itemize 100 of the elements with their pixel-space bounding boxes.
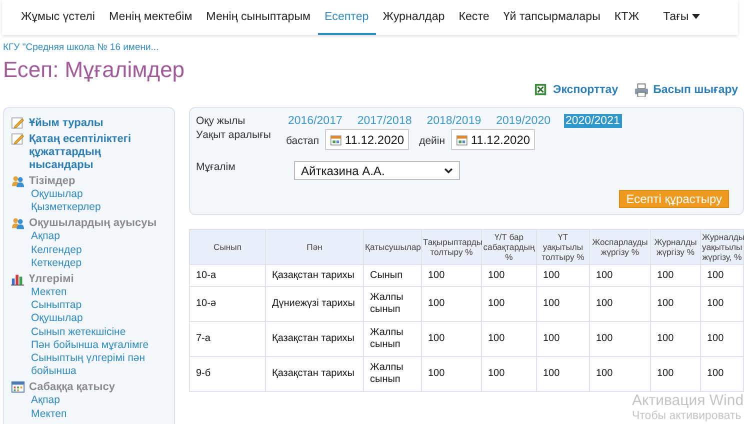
- table-cell: 100: [482, 356, 536, 392]
- nav-tab[interactable]: Кесте: [452, 0, 496, 35]
- calendar-icon: [456, 134, 468, 146]
- spreadsheet-icon: [534, 83, 548, 97]
- sidebar-heading: Үлгерімі: [29, 273, 74, 286]
- date-field[interactable]: 11.12.2020: [451, 129, 536, 150]
- table-cell: Дүниежүзі тарихы: [266, 286, 364, 322]
- calendar-icon: [330, 134, 342, 146]
- table-cell: Қазақстан тарихы: [266, 322, 364, 356]
- table-cell: 100: [590, 264, 650, 286]
- nav-tab[interactable]: Журналдар: [376, 0, 452, 35]
- year-tab[interactable]: 2016/2017: [286, 114, 344, 128]
- table-cell: 100: [482, 322, 536, 356]
- table-cell: Қазақстан тарихы: [266, 356, 364, 392]
- sidebar-item[interactable]: Пән бойынша мұғалімге: [31, 338, 168, 352]
- activation-notice: Активация Wind: [632, 392, 744, 409]
- build-report-button[interactable]: Есепті құрастыру: [619, 190, 729, 208]
- chevron-down-icon: [444, 168, 453, 174]
- year-tab[interactable]: 2020/2021: [564, 114, 622, 128]
- people-icon: [11, 174, 25, 188]
- sidebar-item[interactable]: Оқушылар: [31, 312, 168, 326]
- calendar-grid-icon: [11, 380, 25, 394]
- pencil-icon: [11, 132, 25, 146]
- sidebar-heading: Оқушылардың ауысуы: [29, 217, 157, 230]
- sidebar-link[interactable]: Қатаң есептіліктегі құжаттардың нысандары: [29, 133, 168, 172]
- table-cell: 9-б: [190, 356, 266, 392]
- table-cell: 100: [700, 356, 744, 392]
- sidebar-item[interactable]: Қызметкерлер: [31, 201, 168, 214]
- table-cell: 100: [536, 322, 590, 356]
- nav-tab[interactable]: Жұмыс үстелі: [14, 0, 102, 35]
- table-cell: Қазақстан тарихы: [266, 264, 364, 286]
- sidebar-item[interactable]: Сыныптың үлгерімі пән бойынша: [31, 352, 168, 378]
- table-cell: 10-ә: [190, 286, 266, 322]
- column-header: Жоспарлауды жүргізу %: [590, 230, 650, 264]
- table-cell: 100: [422, 356, 482, 392]
- field-label: Оқу жылы: [196, 115, 246, 127]
- print-link[interactable]: Басып шығару: [634, 83, 738, 97]
- column-header: Журналды жүргізу %: [650, 230, 700, 264]
- column-header: Сынып: [190, 230, 266, 264]
- sidebar-heading: Тізімдер: [29, 175, 76, 188]
- field-label: дейін: [419, 135, 446, 147]
- column-header: Пән: [266, 230, 364, 264]
- sidebar-item[interactable]: Кеткендер: [31, 256, 168, 270]
- table-cell: Жалпы сынып: [364, 322, 422, 356]
- table-cell: 100: [590, 286, 650, 322]
- sidebar-link[interactable]: Ұйым туралы: [29, 117, 104, 130]
- table-cell: 100: [482, 264, 536, 286]
- sidebar-heading: Сабаққа қатысу: [29, 381, 115, 394]
- sidebar-item[interactable]: Мектеп: [31, 286, 168, 300]
- sidebar-item[interactable]: Ақпар: [31, 230, 168, 244]
- year-tab[interactable]: 2019/2020: [494, 114, 552, 128]
- field-label: Уақыт аралығы: [196, 129, 272, 141]
- table-cell: 100: [650, 322, 700, 356]
- table-cell: 100: [590, 356, 650, 392]
- table-cell: 100: [422, 322, 482, 356]
- field-label: Мұғалім: [196, 161, 236, 173]
- nav-tab[interactable]: КТЖ: [607, 0, 646, 35]
- sidebar-item[interactable]: Ақпар: [31, 394, 168, 408]
- column-header: Тақырыптарды толтыру %: [422, 230, 482, 264]
- table-cell: 100: [590, 322, 650, 356]
- more-menu[interactable]: Тағы: [656, 0, 707, 35]
- table-cell: 100: [482, 286, 536, 322]
- sidebar-item[interactable]: Сынып жетекшісіне: [31, 326, 168, 339]
- table-cell: 100: [700, 286, 744, 322]
- sidebar-item[interactable]: Келгендер: [31, 244, 168, 257]
- year-tab[interactable]: 2018/2019: [424, 114, 484, 128]
- table-cell: 100: [650, 264, 700, 286]
- table-cell: 100: [700, 322, 744, 356]
- table-cell: 100: [650, 286, 700, 322]
- column-header: Ү/Т бар сабақтардың %: [482, 230, 536, 264]
- column-header: Қатысушылар: [364, 230, 422, 264]
- date-field[interactable]: 11.12.2020: [325, 129, 410, 150]
- nav-tab[interactable]: Есептер: [318, 0, 376, 35]
- nav-tab[interactable]: Менің мектебім: [102, 0, 200, 35]
- nav-tab[interactable]: Менің сыныптарым: [199, 0, 318, 35]
- table-cell: Жалпы сынып: [364, 356, 422, 392]
- table-cell: 100: [536, 264, 590, 286]
- sidebar-item[interactable]: Мектеп: [31, 408, 168, 421]
- sidebar-item[interactable]: Оқушылар: [31, 188, 168, 202]
- table-cell: 100: [536, 286, 590, 322]
- nav-tab[interactable]: Үй тапсырмалары: [496, 0, 608, 35]
- bar-chart-icon: [11, 272, 25, 286]
- table-cell: 100: [700, 264, 744, 286]
- year-tab[interactable]: 2017/2018: [355, 114, 414, 128]
- table-cell: 10-а: [190, 264, 266, 286]
- breadcrumb-link[interactable]: КГУ "Средняя школа № 16 имени...: [3, 42, 738, 53]
- activation-hint: Чтобы активировать: [632, 409, 742, 423]
- table-cell: 100: [536, 356, 590, 392]
- column-header: ҮТ уақытылы толтыру %: [536, 230, 590, 264]
- printer-icon: [634, 83, 648, 97]
- table-cell: 7-а: [190, 322, 266, 356]
- table-cell: 100: [422, 286, 482, 322]
- table-cell: Жалпы сынып: [364, 286, 422, 322]
- sidebar-item[interactable]: Сыныптар: [31, 299, 168, 312]
- column-header: Журналды уақытылы жүргізу, %: [700, 230, 744, 264]
- export-link[interactable]: Экспорттау: [534, 83, 618, 97]
- caret-icon: [692, 14, 700, 19]
- people-icon: [11, 216, 25, 230]
- pencil-icon: [11, 116, 25, 130]
- teacher-select[interactable]: Айтказина А.А.: [294, 161, 460, 180]
